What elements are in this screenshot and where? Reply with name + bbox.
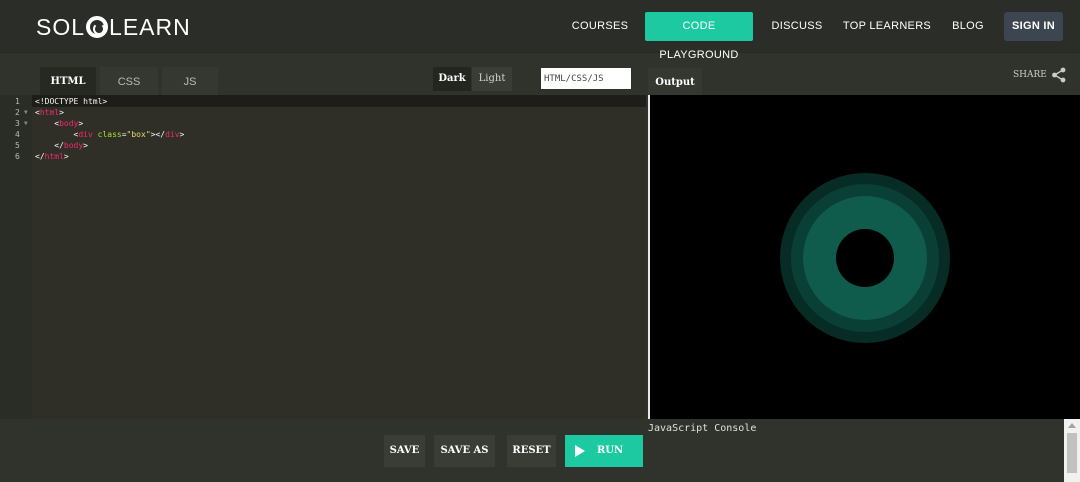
logo-text-right: LEARN xyxy=(109,13,191,40)
theme-light-toggle[interactable]: Light xyxy=(472,67,512,91)
code-line: </html> xyxy=(35,152,69,161)
tab-js[interactable]: JS xyxy=(162,67,218,95)
logo-ring-icon xyxy=(86,16,109,38)
share-icon xyxy=(1051,67,1066,83)
line-number: 4 xyxy=(15,130,20,139)
code-line: <html> xyxy=(35,108,64,117)
nav-top-learners[interactable]: TOP LEARNERS xyxy=(842,12,932,41)
sololearn-logo[interactable]: SOL LEARN xyxy=(36,13,191,41)
tab-css[interactable]: CSS xyxy=(100,67,158,95)
tab-html[interactable]: HTML xyxy=(40,67,96,95)
nav-code-playground[interactable]: CODE PLAYGROUND xyxy=(645,12,753,61)
scroll-thumb[interactable] xyxy=(1067,433,1077,473)
code-line: </body> xyxy=(35,141,88,150)
run-label: RUN xyxy=(597,445,624,456)
code-editor[interactable] xyxy=(32,95,646,419)
nav-courses[interactable]: COURSES xyxy=(566,12,634,41)
logo-text-left: SOL xyxy=(36,13,86,40)
fold-arrow-icon[interactable]: ▼ xyxy=(24,107,28,118)
console-label: JavaScript Console xyxy=(648,423,757,434)
sign-in-button[interactable]: SIGN IN xyxy=(1004,12,1063,41)
tab-output[interactable]: Output xyxy=(648,68,702,95)
run-button[interactable]: RUN xyxy=(565,435,643,467)
top-header: SOL LEARN COURSES CODE PLAYGROUND DISCUS… xyxy=(0,0,1080,61)
language-field[interactable] xyxy=(541,68,631,89)
output-preview xyxy=(648,95,1080,419)
save-button[interactable]: SAVE xyxy=(384,435,425,467)
console-scrollbar[interactable] xyxy=(1064,419,1080,482)
reset-button[interactable]: RESET xyxy=(507,435,556,467)
nav-blog[interactable]: BLOG xyxy=(945,12,991,41)
code-line: <body> xyxy=(35,119,84,128)
code-line: <!DOCTYPE html> xyxy=(35,97,108,106)
scroll-up-icon[interactable] xyxy=(1068,423,1076,428)
theme-dark-toggle[interactable]: Dark xyxy=(433,67,471,91)
line-number: 6 xyxy=(15,152,20,161)
share-label: SHARE xyxy=(1013,70,1047,80)
line-number: 5 xyxy=(15,141,20,150)
box-center xyxy=(836,229,894,287)
line-number: 1 xyxy=(15,97,20,106)
line-number: 3 ▼ xyxy=(15,118,28,129)
save-as-button[interactable]: SAVE AS xyxy=(434,435,495,467)
line-numbers: 1 2 ▼ 3 ▼ 4 5 6 xyxy=(0,96,32,162)
active-line-highlight xyxy=(32,95,646,107)
nav-discuss[interactable]: DISCUSS xyxy=(767,12,827,41)
fold-arrow-icon[interactable]: ▼ xyxy=(24,118,28,129)
javascript-console[interactable]: JavaScript Console xyxy=(646,419,1080,482)
share-button[interactable]: SHARE xyxy=(1013,66,1067,84)
code-line: <div class="box"></div> xyxy=(35,130,185,139)
line-number: 2 ▼ xyxy=(15,107,28,118)
play-icon xyxy=(575,445,585,457)
